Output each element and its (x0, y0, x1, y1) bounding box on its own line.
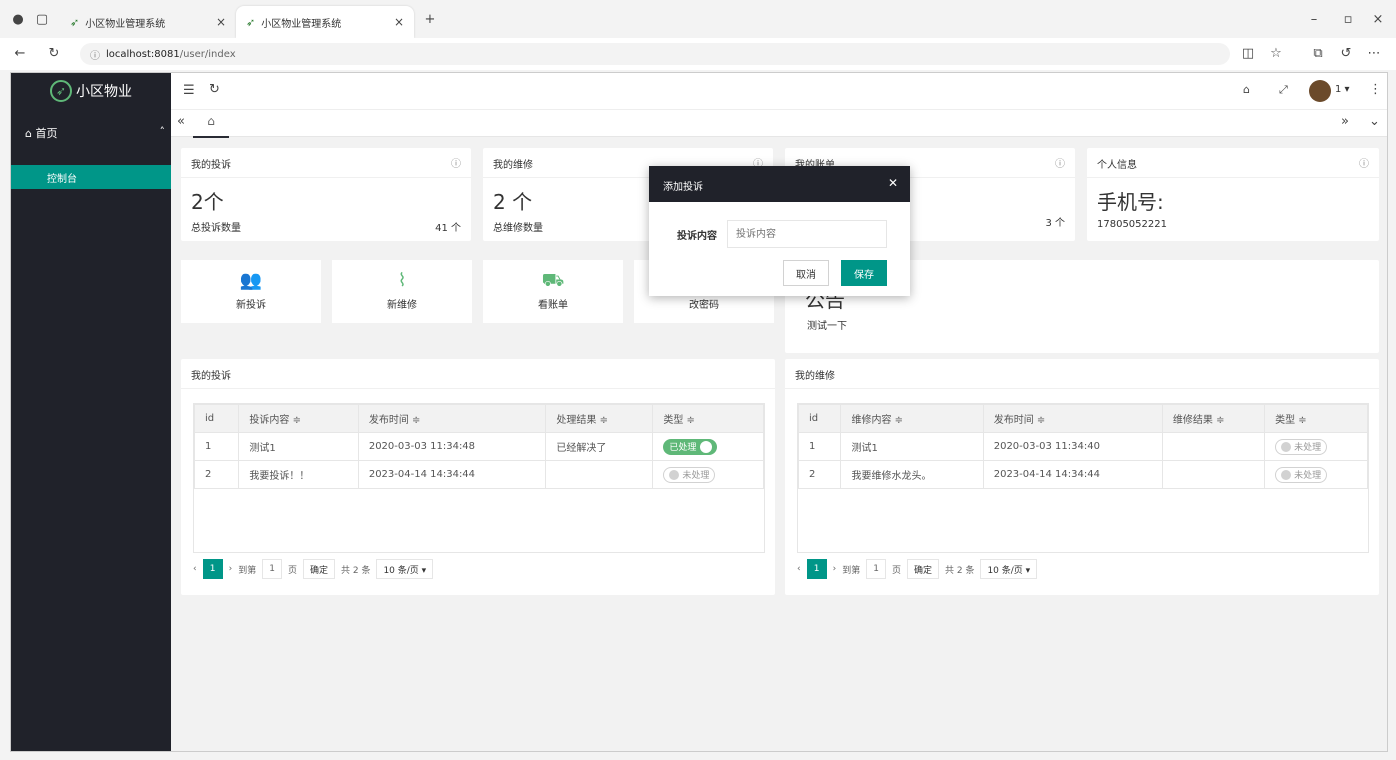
favorites-icon[interactable]: ☆ (1268, 46, 1284, 61)
url-field[interactable]: ⓘ localhost:8081/user/index (80, 43, 1230, 65)
avatar[interactable] (1309, 80, 1331, 102)
close-tab-icon[interactable]: × (394, 15, 404, 29)
table-row: 1 测试1 2020-03-03 11:34:40 未处理 (797, 432, 1368, 461)
next-page-icon[interactable]: › (229, 564, 233, 574)
repair-table-card: 我的维修 id 维修内容 ≑ 发布时间 ≑ 维修结果 ≑ 类型 ≑ 1 测试1 2020-0… (785, 359, 1379, 595)
chevron-up-icon: ˄ (159, 125, 166, 138)
info-icon: ⓘ (1359, 159, 1369, 170)
menu-toggle-icon[interactable]: ☰ (183, 83, 195, 98)
more-icon[interactable]: ⋯ (1366, 46, 1382, 61)
complaint-label: 投诉内容 (677, 230, 717, 242)
save-button[interactable]: 保存 (841, 260, 887, 286)
pagination: ‹ 1 › 到第 1 页 确定共 2 条 10 条/页 ▾ (797, 559, 1038, 579)
sidebar-item-home[interactable]: ⌂ 首页 ˄ (25, 125, 165, 141)
prev-page-icon[interactable]: ‹ (797, 564, 801, 574)
status-switch[interactable]: 已处理 (663, 438, 718, 455)
profile-icon[interactable]: ● (10, 12, 26, 27)
col-time[interactable]: 发布时间 ≑ (982, 404, 1163, 433)
page-input[interactable]: 1 (866, 559, 886, 579)
new-repair-button[interactable]: ⌇ 新维修 (332, 260, 472, 323)
status-switch[interactable]: 未处理 (663, 466, 716, 483)
browser-tab-2[interactable]: ➶ 小区物业管理系统 × (236, 6, 414, 38)
current-page[interactable]: 1 (202, 559, 223, 579)
brand: ➶ 小区物业 (11, 73, 171, 109)
tabs-dropdown-icon[interactable]: ⌄ (1369, 114, 1380, 129)
col-result[interactable]: 处理结果 ≑ (545, 404, 654, 433)
status-switch[interactable]: 未处理 (1275, 438, 1328, 455)
status-switch[interactable]: 未处理 (1275, 466, 1328, 483)
pagination: ‹ 1 › 到第 1 页 确定共 2 条 10 条/页 ▾ (193, 559, 434, 579)
col-type[interactable]: 类型 ≑ (1264, 404, 1368, 433)
home-icon: ⌂ (207, 114, 215, 128)
complaint-table-card: 我的投诉 id 投诉内容 ≑ 发布时间 ≑ 处理结果 ≑ 类型 ≑ 1 测试1 2020-0… (181, 359, 775, 595)
fullscreen-icon[interactable]: ⤢ (1279, 83, 1288, 97)
tab-actions-icon[interactable]: ▢ (34, 12, 50, 27)
top-header: ☰ ↻ ⌂ ⤢ 1 ▾ ⋮ « ⌂ » ⌄ (171, 73, 1387, 138)
tabs-right-icon[interactable]: » (1341, 114, 1349, 129)
browser-tab-1[interactable]: ➶ 小区物业管理系统 × (60, 6, 236, 38)
current-page[interactable]: 1 (806, 559, 827, 579)
page-tabstrip: « ⌂ » ⌄ (171, 109, 1387, 138)
table-row: 1 测试1 2020-03-03 11:34:48 已经解决了 已处理 (193, 432, 764, 461)
complaint-table: id 投诉内容 ≑ 发布时间 ≑ 处理结果 ≑ 类型 ≑ 1 测试1 2020-03-03 … (193, 403, 765, 553)
restore-icon[interactable]: ▫ (1340, 12, 1356, 27)
new-complaint-button[interactable]: 👥 新投诉 (181, 260, 321, 323)
logo-icon: ➶ (50, 80, 72, 102)
info-icon: ⓘ (1055, 159, 1065, 170)
repair-table: id 维修内容 ≑ 发布时间 ≑ 维修结果 ≑ 类型 ≑ 1 测试1 2020-03-03 … (797, 403, 1369, 553)
col-time[interactable]: 发布时间 ≑ (357, 404, 547, 433)
rocket-icon: ➶ (246, 15, 256, 29)
close-tab-icon[interactable]: × (216, 15, 226, 29)
minimize-icon[interactable]: – (1306, 12, 1322, 27)
tag-icon[interactable]: ⌂ (1243, 83, 1250, 96)
confirm-button[interactable]: 确定 (302, 559, 335, 579)
col-result[interactable]: 维修结果 ≑ (1161, 404, 1266, 433)
address-bar: ← ↻ ⓘ localhost:8081/user/index ◫ ☆ ⧉ ↺ ⋯ (0, 38, 1396, 70)
sidebar-item-console[interactable]: 控制台 (11, 165, 171, 189)
back-icon[interactable]: ← (12, 46, 28, 61)
close-icon[interactable]: ✕ (888, 176, 898, 190)
col-type[interactable]: 类型 ≑ (652, 404, 764, 433)
complaints-card: 我的投诉 ⓘ 2个 总投诉数量 41 个 (181, 148, 471, 241)
prev-page-icon[interactable]: ‹ (193, 564, 197, 574)
close-window-icon[interactable]: × (1370, 12, 1386, 27)
col-content[interactable]: 投诉内容 ≑ (238, 404, 359, 433)
user-menu[interactable]: 1 ▾ (1335, 84, 1350, 95)
confirm-button[interactable]: 确定 (906, 559, 939, 579)
sidebar: ➶ 小区物业 ⌂ 首页 ˄ 控制台 (11, 73, 171, 751)
new-tab-icon[interactable]: + (422, 12, 438, 27)
pulse-icon: ⌇ (397, 270, 407, 291)
cancel-button[interactable]: 取消 (783, 260, 829, 286)
table-row: 2 我要维修水龙头。 2023-04-14 14:34:44 未处理 (797, 460, 1368, 489)
home-icon: ⌂ (25, 127, 36, 140)
reload-icon[interactable]: ↻ (46, 46, 62, 61)
table-row: 2 我要投诉！！ 2023-04-14 14:34:44 未处理 (193, 460, 764, 489)
next-page-icon[interactable]: › (833, 564, 837, 574)
rocket-icon: ➶ (70, 15, 80, 29)
users-icon: 👥 (239, 270, 263, 291)
page-input[interactable]: 1 (262, 559, 282, 579)
per-page-select[interactable]: 10 条/页 ▾ (980, 559, 1038, 579)
refresh-icon[interactable]: ↻ (209, 82, 220, 97)
col-content[interactable]: 维修内容 ≑ (840, 404, 984, 433)
col-id[interactable]: id (797, 404, 842, 433)
tab-home[interactable]: ⌂ (193, 110, 229, 138)
info-icon: ⓘ (90, 50, 100, 62)
tabs-left-icon[interactable]: « (177, 114, 185, 129)
view-bills-button[interactable]: ⛟ 看账单 (483, 260, 623, 323)
dialog-title: 添加投诉 (663, 182, 703, 193)
complaint-content-input[interactable] (727, 220, 887, 248)
add-complaint-dialog: 添加投诉 ✕ 投诉内容 取消 保存 (649, 166, 910, 296)
per-page-select[interactable]: 10 条/页 ▾ (376, 559, 434, 579)
split-icon[interactable]: ◫ (1240, 46, 1256, 61)
profile-card: 个人信息 ⓘ 手机号: 17805052221 (1087, 148, 1379, 241)
more-vertical-icon[interactable]: ⋮ (1369, 82, 1382, 97)
history-icon[interactable]: ↺ (1338, 46, 1354, 61)
browser-tabbar: ● ▢ ➶ 小区物业管理系统 × ➶ 小区物业管理系统 × + – ▫ × (0, 0, 1396, 38)
col-id[interactable]: id (193, 404, 240, 433)
cart-icon: ⛟ (541, 270, 565, 291)
info-icon: ⓘ (451, 159, 461, 170)
collections-icon[interactable]: ⧉ (1310, 46, 1326, 61)
